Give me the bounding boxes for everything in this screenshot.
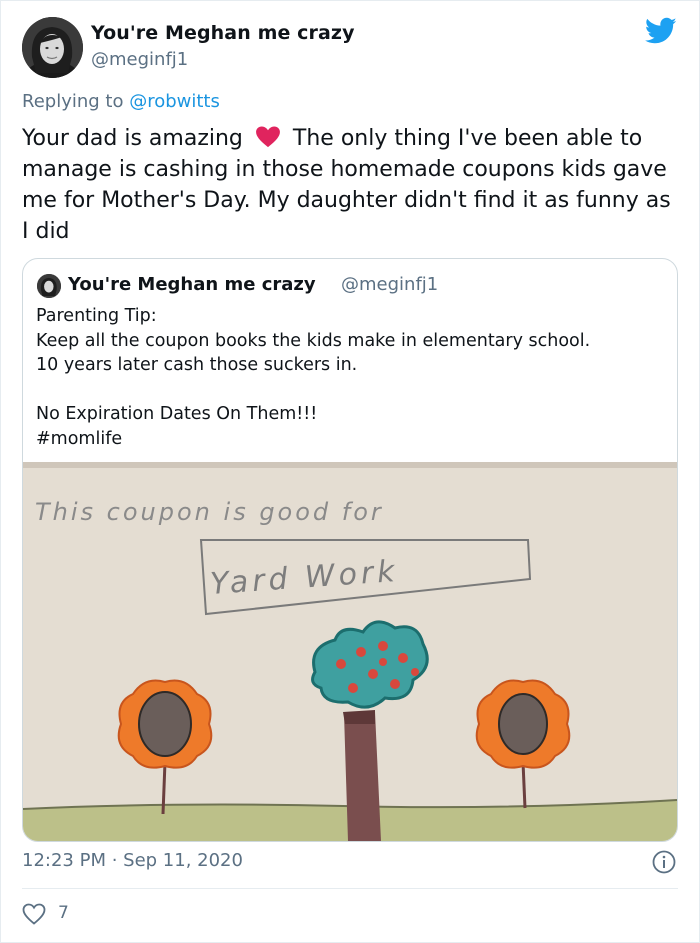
tweet-text: Your dad is amazing The only thing I've … bbox=[22, 123, 682, 247]
display-name[interactable]: You're Meghan me crazy bbox=[91, 22, 355, 44]
user-handle[interactable]: @meginfj1 bbox=[91, 49, 188, 70]
quoted-avatar bbox=[37, 274, 61, 298]
quoted-user-handle: @meginfj1 bbox=[341, 274, 439, 295]
quoted-display-name: You're Meghan me crazy bbox=[68, 274, 316, 295]
replying-to-handle[interactable]: @robwitts bbox=[129, 91, 220, 112]
divider bbox=[22, 888, 678, 889]
like-count: 7 bbox=[58, 903, 69, 923]
tweet-text-part-1: Your dad is amazing bbox=[22, 126, 243, 151]
coupon-text-line1: This coupon is good for bbox=[35, 498, 384, 526]
replying-prefix: Replying to bbox=[22, 91, 130, 112]
twitter-bird-icon[interactable] bbox=[645, 17, 677, 45]
avatar-image bbox=[22, 17, 83, 78]
info-icon[interactable] bbox=[652, 850, 676, 874]
replying-to: Replying to @robwitts bbox=[22, 91, 220, 112]
quoted-tweet-text: Parenting Tip: Keep all the coupon books… bbox=[36, 306, 591, 449]
avatar[interactable] bbox=[22, 17, 83, 78]
tweet-timestamp[interactable]: 12:23 PM · Sep 11, 2020 bbox=[22, 850, 243, 871]
heart-outline-icon[interactable] bbox=[22, 903, 46, 925]
quoted-avatar-image bbox=[37, 274, 61, 298]
red-heart-emoji-icon bbox=[255, 126, 280, 148]
coupon-drawing-photo[interactable]: This coupon is good for Yard Work bbox=[23, 462, 677, 841]
quoted-tweet[interactable]: You're Meghan me crazy @meginfj1 Parenti… bbox=[22, 258, 678, 842]
